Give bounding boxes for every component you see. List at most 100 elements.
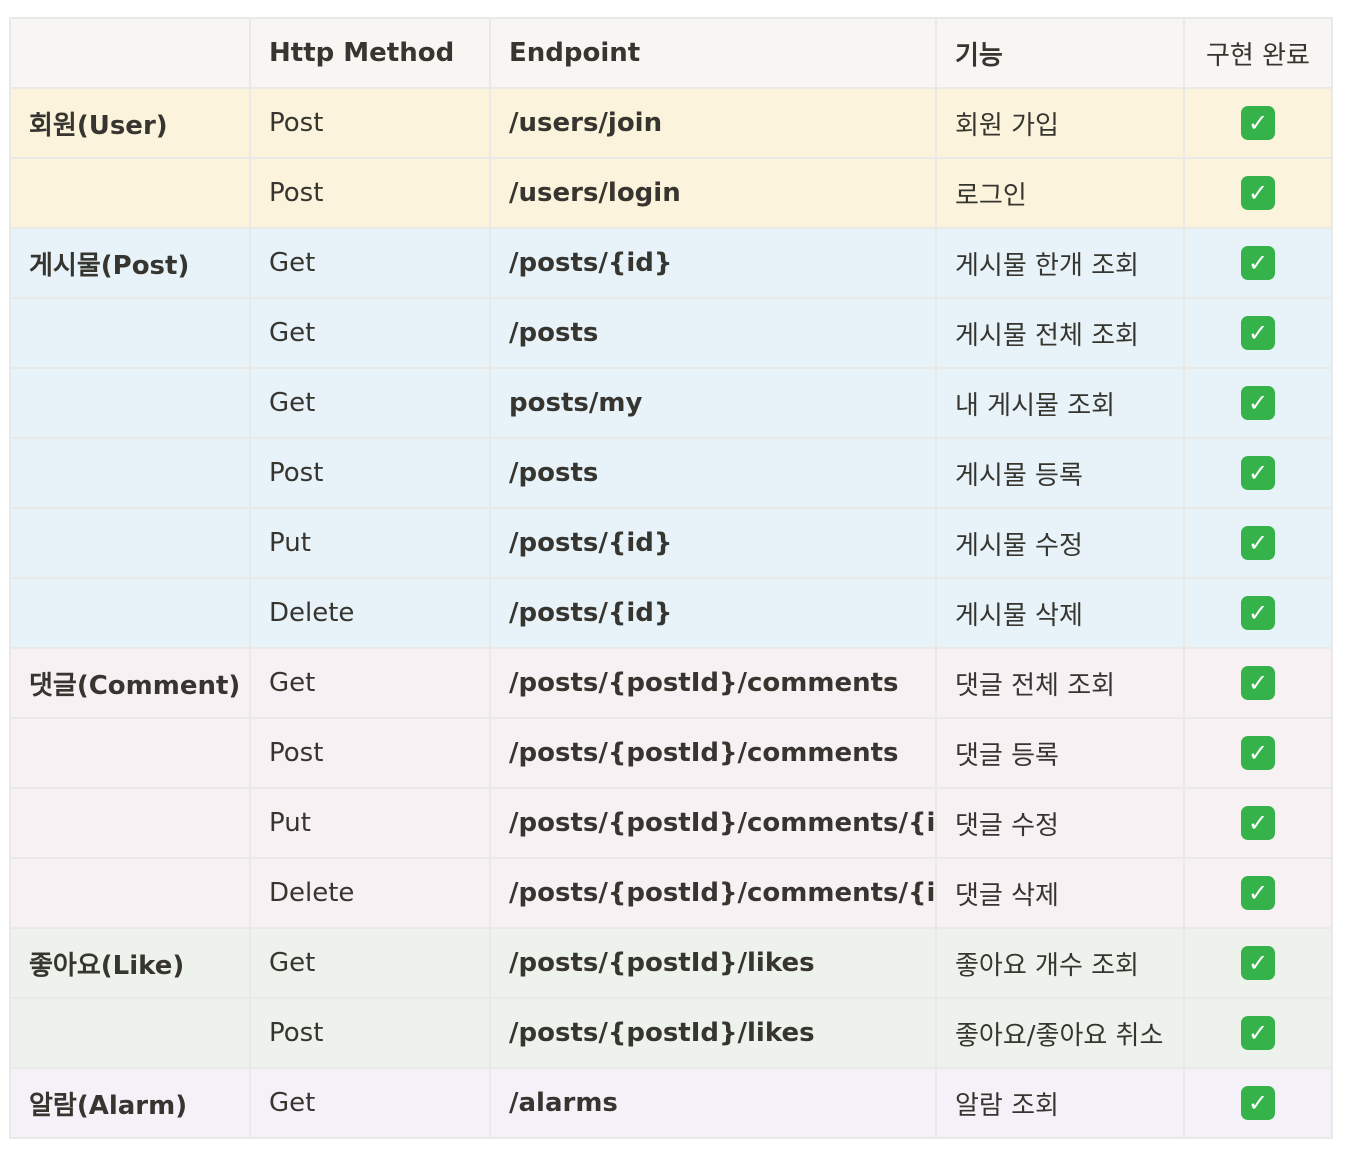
- row-group-cell: [9, 367, 251, 439]
- row-endpoint-cell: /alarms: [489, 1067, 937, 1139]
- header-row: Http Method Endpoint 기능 구현 완료: [9, 17, 1333, 89]
- row-method-cell: Get: [249, 227, 491, 299]
- table-row: Put/posts/{postId}/comments/{id} 댓글 수정 ✓: [9, 787, 1333, 859]
- row-feature-cell: 로그인: [935, 157, 1185, 229]
- row-endpoint-cell: /posts/{postId}/comments: [489, 717, 937, 789]
- row-method-cell: Post: [249, 87, 491, 159]
- table-row: 회원(User) Post/users/join 회원 가입 ✓: [9, 87, 1333, 159]
- row-group-cell: [9, 297, 251, 369]
- row-group-cell: [9, 437, 251, 509]
- check-mark-button-icon: ✓: [1241, 316, 1275, 350]
- check-mark-button-icon: ✓: [1241, 596, 1275, 630]
- check-mark-button-icon: ✓: [1241, 246, 1275, 280]
- header-endpoint: Endpoint: [489, 17, 937, 89]
- table-row: Post/posts 게시물 등록 ✓: [9, 437, 1333, 509]
- row-feature-cell: 좋아요 개수 조회: [935, 927, 1185, 999]
- row-done-cell: ✓: [1183, 507, 1333, 579]
- row-method-cell: Get: [249, 1067, 491, 1139]
- check-mark-button-icon: ✓: [1241, 176, 1275, 210]
- row-feature-cell: 댓글 수정: [935, 787, 1185, 859]
- row-feature-cell: 게시물 한개 조회: [935, 227, 1185, 299]
- table-row: Get posts/my 내 게시물 조회 ✓: [9, 367, 1333, 439]
- row-feature-cell: 회원 가입: [935, 87, 1185, 159]
- check-mark-button-icon: ✓: [1241, 876, 1275, 910]
- row-endpoint-cell: /posts/{postId}/likes: [489, 927, 937, 999]
- row-feature-cell: 내 게시물 조회: [935, 367, 1185, 439]
- table-row: Delete/posts/{postId}/comments/{id} 댓글 삭제…: [9, 857, 1333, 929]
- row-group-cell: 좋아요(Like): [9, 927, 251, 999]
- row-method-cell: Post: [249, 157, 491, 229]
- row-method-cell: Get: [249, 647, 491, 719]
- row-method-cell: Post: [249, 997, 491, 1069]
- row-feature-cell: 알람 조회: [935, 1067, 1185, 1139]
- check-mark-button-icon: ✓: [1241, 1016, 1275, 1050]
- row-method-cell: Put: [249, 507, 491, 579]
- row-done-cell: ✓: [1183, 227, 1333, 299]
- row-group-cell: [9, 157, 251, 229]
- row-done-cell: ✓: [1183, 437, 1333, 509]
- table-row: Delete/posts/{id} 게시물 삭제 ✓: [9, 577, 1333, 649]
- row-group-cell: [9, 787, 251, 859]
- row-group-cell: 댓글(Comment): [9, 647, 251, 719]
- row-endpoint-cell: /posts: [489, 437, 937, 509]
- row-endpoint-cell: /posts/{postId}/likes: [489, 997, 937, 1069]
- row-done-cell: ✓: [1183, 367, 1333, 439]
- table-row: 댓글(Comment) Get/posts/{postId}/comments 댓글…: [9, 647, 1333, 719]
- row-done-cell: ✓: [1183, 647, 1333, 719]
- header-group: [9, 17, 251, 89]
- row-endpoint-cell: /posts/{id}: [489, 507, 937, 579]
- row-done-cell: ✓: [1183, 87, 1333, 159]
- check-mark-button-icon: ✓: [1241, 736, 1275, 770]
- row-endpoint-cell: posts/my: [489, 367, 937, 439]
- row-feature-cell: 게시물 전체 조회: [935, 297, 1185, 369]
- check-mark-button-icon: ✓: [1241, 946, 1275, 980]
- row-method-cell: Get: [249, 367, 491, 439]
- check-mark-button-icon: ✓: [1241, 386, 1275, 420]
- row-group-cell: [9, 997, 251, 1069]
- row-done-cell: ✓: [1183, 927, 1333, 999]
- row-feature-cell: 게시물 등록: [935, 437, 1185, 509]
- table-row: 게시물(Post) Get/posts/{id} 게시물 한개 조회 ✓: [9, 227, 1333, 299]
- table-row: Post/posts/{postId}/comments 댓글 등록 ✓: [9, 717, 1333, 789]
- row-group-cell: [9, 577, 251, 649]
- check-mark-button-icon: ✓: [1241, 526, 1275, 560]
- row-endpoint-cell: /posts/{postId}/comments/{id}: [489, 787, 937, 859]
- row-done-cell: ✓: [1183, 997, 1333, 1069]
- row-group-cell: [9, 507, 251, 579]
- row-method-cell: Post: [249, 437, 491, 509]
- check-mark-button-icon: ✓: [1241, 456, 1275, 490]
- row-done-cell: ✓: [1183, 1067, 1333, 1139]
- header-feature: 기능: [935, 17, 1185, 89]
- row-done-cell: ✓: [1183, 157, 1333, 229]
- row-endpoint-cell: /posts/{id}: [489, 227, 937, 299]
- table-row: 알람(Alarm) Get/alarms 알람 조회 ✓: [9, 1067, 1333, 1139]
- row-method-cell: Delete: [249, 577, 491, 649]
- check-mark-button-icon: ✓: [1241, 666, 1275, 700]
- row-endpoint-cell: /users/login: [489, 157, 937, 229]
- row-method-cell: Delete: [249, 857, 491, 929]
- table-row: 좋아요(Like) Get/posts/{postId}/likes 좋아요 개수 …: [9, 927, 1333, 999]
- check-mark-button-icon: ✓: [1241, 106, 1275, 140]
- row-group-cell: 알람(Alarm): [9, 1067, 251, 1139]
- row-method-cell: Post: [249, 717, 491, 789]
- row-feature-cell: 좋아요/좋아요 취소: [935, 997, 1185, 1069]
- row-endpoint-cell: /posts/{postId}/comments: [489, 647, 937, 719]
- row-done-cell: ✓: [1183, 717, 1333, 789]
- check-mark-button-icon: ✓: [1241, 1086, 1275, 1120]
- row-done-cell: ✓: [1183, 857, 1333, 929]
- table-row: Put/posts/{id} 게시물 수정 ✓: [9, 507, 1333, 579]
- row-group-cell: 게시물(Post): [9, 227, 251, 299]
- row-group-cell: [9, 717, 251, 789]
- row-feature-cell: 게시물 수정: [935, 507, 1185, 579]
- table-row: Get/posts 게시물 전체 조회 ✓: [9, 297, 1333, 369]
- row-method-cell: Get: [249, 297, 491, 369]
- row-method-cell: Get: [249, 927, 491, 999]
- row-endpoint-cell: /posts/{id}: [489, 577, 937, 649]
- table-body: 회원(User) Post/users/join 회원 가입 ✓ Post/users/…: [9, 87, 1333, 1139]
- header-done: 구현 완료: [1183, 17, 1333, 89]
- row-feature-cell: 게시물 삭제: [935, 577, 1185, 649]
- row-done-cell: ✓: [1183, 787, 1333, 859]
- row-group-cell: 회원(User): [9, 87, 251, 159]
- row-endpoint-cell: /posts/{postId}/comments/{id}: [489, 857, 937, 929]
- row-method-cell: Put: [249, 787, 491, 859]
